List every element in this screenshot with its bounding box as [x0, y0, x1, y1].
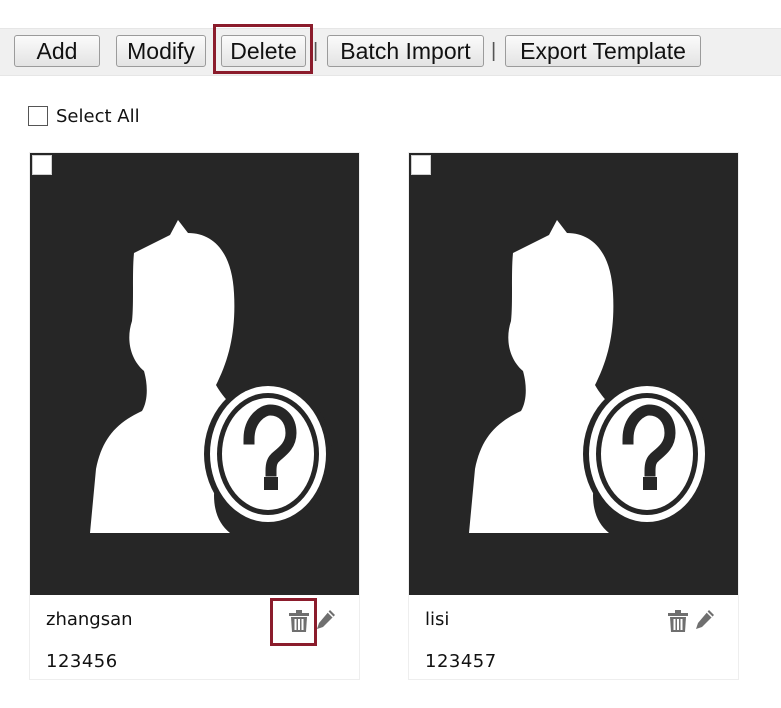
toolbar-separator: |: [313, 40, 319, 62]
select-all-checkbox[interactable]: Select All: [28, 104, 140, 128]
unknown-user-icon: [469, 220, 711, 533]
modify-button[interactable]: Modify: [116, 35, 206, 67]
pencil-icon[interactable]: [694, 608, 716, 632]
card-select-checkbox[interactable]: [411, 155, 431, 175]
toolbar-separator: |: [491, 40, 497, 62]
person-photo: [30, 153, 359, 595]
delete-button[interactable]: Delete: [221, 35, 306, 67]
trash-icon[interactable]: [667, 609, 689, 633]
person-photo: [409, 153, 738, 595]
person-id: 123457: [425, 651, 497, 672]
trash-icon[interactable]: [288, 609, 310, 633]
select-all-label: Select All: [56, 105, 140, 127]
export-template-button[interactable]: Export Template: [505, 35, 701, 67]
add-button[interactable]: Add: [14, 35, 100, 67]
person-name: lisi: [425, 609, 450, 630]
person-card[interactable]: lisi 123457: [408, 152, 739, 680]
pencil-icon[interactable]: [315, 608, 337, 632]
person-name: zhangsan: [46, 609, 133, 630]
unknown-user-icon: [90, 220, 332, 533]
card-select-checkbox[interactable]: [32, 155, 52, 175]
toolbar: Add Modify Delete | Batch Import | Expor…: [0, 28, 781, 76]
person-id: 123456: [46, 651, 118, 672]
select-all-box[interactable]: [28, 106, 48, 126]
batch-import-button[interactable]: Batch Import: [327, 35, 484, 67]
person-card[interactable]: zhangsan 123456: [29, 152, 360, 680]
